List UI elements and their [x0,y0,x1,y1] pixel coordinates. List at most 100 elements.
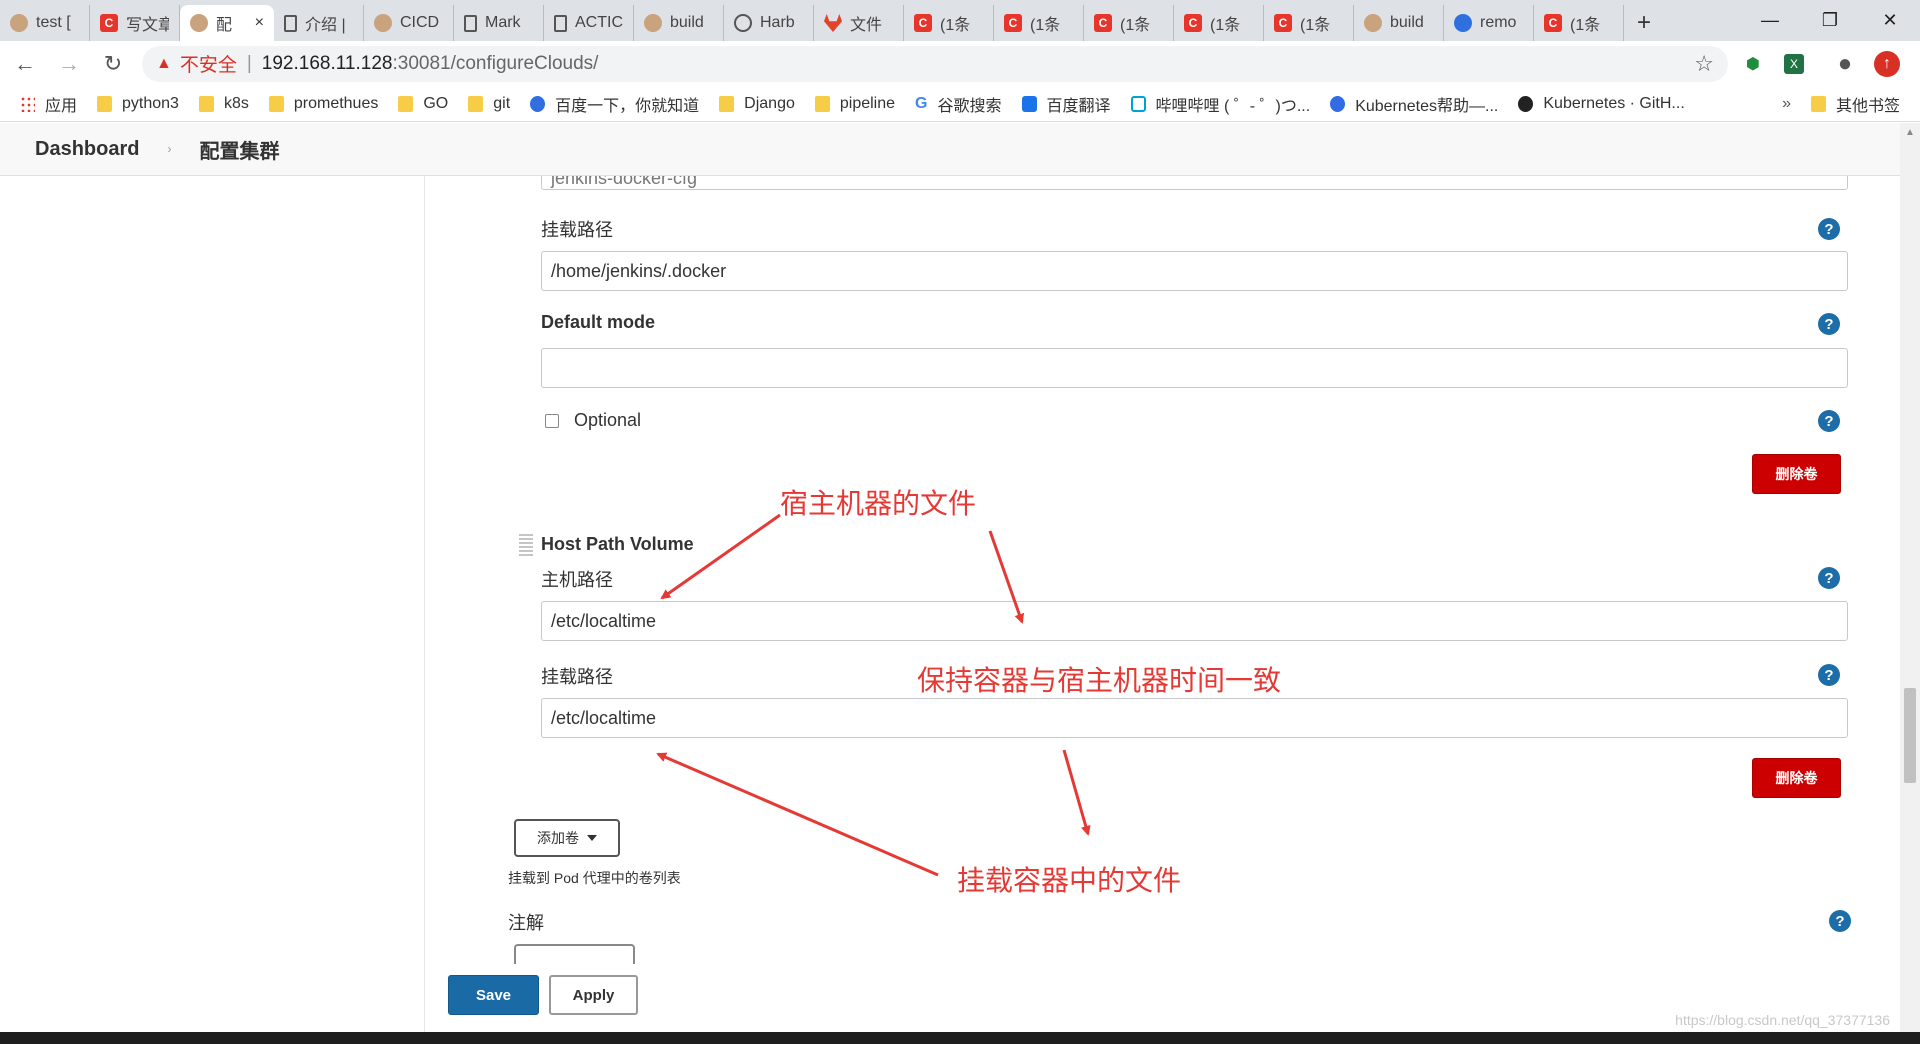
warning-icon: ▲ [156,54,172,72]
host-mount-path-input[interactable]: /etc/localtime [541,698,1848,738]
scroll-up-icon[interactable]: ▲ [1900,123,1920,141]
breadcrumb-chevron-icon[interactable]: › [167,142,171,156]
annotations-add-button[interactable] [514,944,635,964]
browser-tab[interactable]: remo [1444,5,1534,41]
breadcrumb-configure-clouds[interactable]: 配置集群 [199,135,279,164]
bookmark-item[interactable]: Kubernetes帮助—... [1330,92,1498,116]
url-path: :30081/configureClouds/ [392,52,599,74]
browser-tab[interactable]: C (1条 [1174,5,1264,41]
close-icon[interactable]: ✕ [1860,0,1920,41]
help-icon[interactable]: ? [1818,313,1840,335]
jenkins-icon [1364,14,1382,32]
reload-icon[interactable]: ↻ [94,45,132,83]
folder-icon [198,95,214,112]
arrow-to-host-path [660,513,781,600]
tab-close-icon[interactable]: × [255,14,264,32]
browser-tab[interactable]: 文件 [814,5,904,41]
minimize-icon[interactable]: — [1740,0,1800,41]
default-mode-input[interactable] [541,348,1848,388]
browser-tab[interactable]: C (1条 [994,5,1084,41]
browser-tab[interactable]: Mark [454,5,544,41]
delete-volume-button[interactable]: 删除卷 [1752,454,1841,494]
tab-label: (1条 [940,17,971,34]
tab-label: build [1390,14,1424,31]
browser-tab[interactable]: test [ [0,5,90,41]
add-volume-button[interactable]: 添加卷 [514,819,620,857]
browser-tab[interactable]: C (1条 [904,5,994,41]
save-button[interactable]: Save [448,975,539,1015]
bookmark-item[interactable]: k8s [198,95,249,113]
browser-tab[interactable]: CICD [364,5,454,41]
url-host: 192.168.11.128 [261,52,393,74]
browser-tab[interactable]: C 写文章 [90,5,180,41]
drag-handle-icon[interactable] [519,532,533,556]
other-bookmarks[interactable]: 其他书签 [1810,92,1900,116]
insecure-label[interactable]: 不安全 [180,50,237,77]
browser-tab[interactable]: Harb [724,5,814,41]
apply-button[interactable]: Apply [549,975,638,1015]
restore-icon[interactable]: ❐ [1800,0,1860,41]
chevron-down-icon [587,835,597,841]
bookmark-item[interactable]: Django [719,95,795,113]
update-icon[interactable]: ↑ [1874,50,1900,77]
harbor-icon [734,14,752,32]
bookmark-item[interactable]: 哔哩哔哩 ( ゜- ゜)つ... [1130,92,1310,116]
csdn-icon: C [1184,14,1202,32]
bookmark-star-icon[interactable]: ☆ [1694,51,1714,77]
excel-extension-icon[interactable]: X [1784,53,1804,74]
tab-label: 写文章 [126,17,169,34]
bookmark-item[interactable]: python3 [97,95,179,113]
delete-volume-button[interactable]: 删除卷 [1752,758,1841,798]
tab-label: 配 [216,17,233,34]
help-icon[interactable]: ? [1818,567,1840,589]
browser-tab[interactable]: 介绍 | [274,5,364,41]
os-taskbar [0,1032,1920,1044]
bookmark-label: GO [423,94,449,112]
browser-tab[interactable]: C (1条 [1084,5,1174,41]
secret-name-input[interactable]: jenkins-docker-cfg [541,176,1848,190]
help-icon[interactable]: ? [1818,218,1840,240]
help-icon[interactable]: ? [1818,664,1840,686]
bookmarks-more-icon[interactable]: » [1782,95,1791,113]
bookmark-item[interactable]: 百度一下，你就知道 [530,92,699,116]
forward-icon[interactable]: → [50,45,88,83]
browser-toolbar: ← → ↻ ▲ 不安全 | 192.168.11.128 :30081/conf… [0,41,1920,86]
annotation-container-file: 挂载容器中的文件 [957,865,1182,896]
bookmark-item[interactable]: promethues [268,94,379,113]
back-icon[interactable]: ← [6,45,44,83]
breadcrumb-dashboard[interactable]: Dashboard [35,138,139,161]
bookmark-item[interactable]: git [468,95,510,113]
profile-avatar-icon[interactable]: ● [1828,47,1862,81]
browser-tab[interactable]: C (1条 [1264,5,1354,41]
bookmark-item[interactable]: pipeline [814,95,895,113]
address-bar[interactable]: ▲ 不安全 | 192.168.11.128 :30081/configureC… [142,45,1728,82]
bookmark-item[interactable]: G 谷歌搜索 [915,92,1001,116]
new-tab-button[interactable]: + [1624,5,1664,41]
doc-icon [464,14,477,32]
csdn-icon: C [1004,14,1022,32]
bookmark-item[interactable]: Kubernetes · GitH... [1518,95,1685,113]
bookmark-item[interactable]: 应用 [20,92,77,116]
help-icon[interactable]: ? [1829,910,1851,932]
tab-label: (1条 [1120,17,1151,34]
host-path-label: 主机路径 [541,570,613,590]
browser-tab[interactable]: build [1354,5,1444,41]
extension-icon[interactable]: ⬢ [1736,47,1770,81]
scroll-thumb[interactable] [1904,688,1916,783]
browser-tab[interactable]: C (1条 [1534,5,1624,41]
page-scrollbar[interactable]: ▲ [1900,123,1920,1032]
optional-checkbox[interactable] [545,414,559,428]
bookmark-label: Kubernetes帮助—... [1355,97,1499,115]
secret-mount-path-input[interactable]: /home/jenkins/.docker [541,251,1848,291]
bookmark-item[interactable]: 百度翻译 [1021,92,1111,116]
apps-icon [20,95,35,112]
browser-tab[interactable]: 配 × [180,5,274,41]
bookmark-item[interactable]: GO [398,95,448,113]
bookmark-label: promethues [293,94,379,112]
browser-tab[interactable]: ACTIC [544,5,634,41]
folder-icon [398,95,414,112]
browser-tab[interactable]: build [634,5,724,41]
help-icon[interactable]: ? [1818,410,1840,432]
host-path-input[interactable]: /etc/localtime [541,601,1848,641]
folder-icon [814,95,830,112]
